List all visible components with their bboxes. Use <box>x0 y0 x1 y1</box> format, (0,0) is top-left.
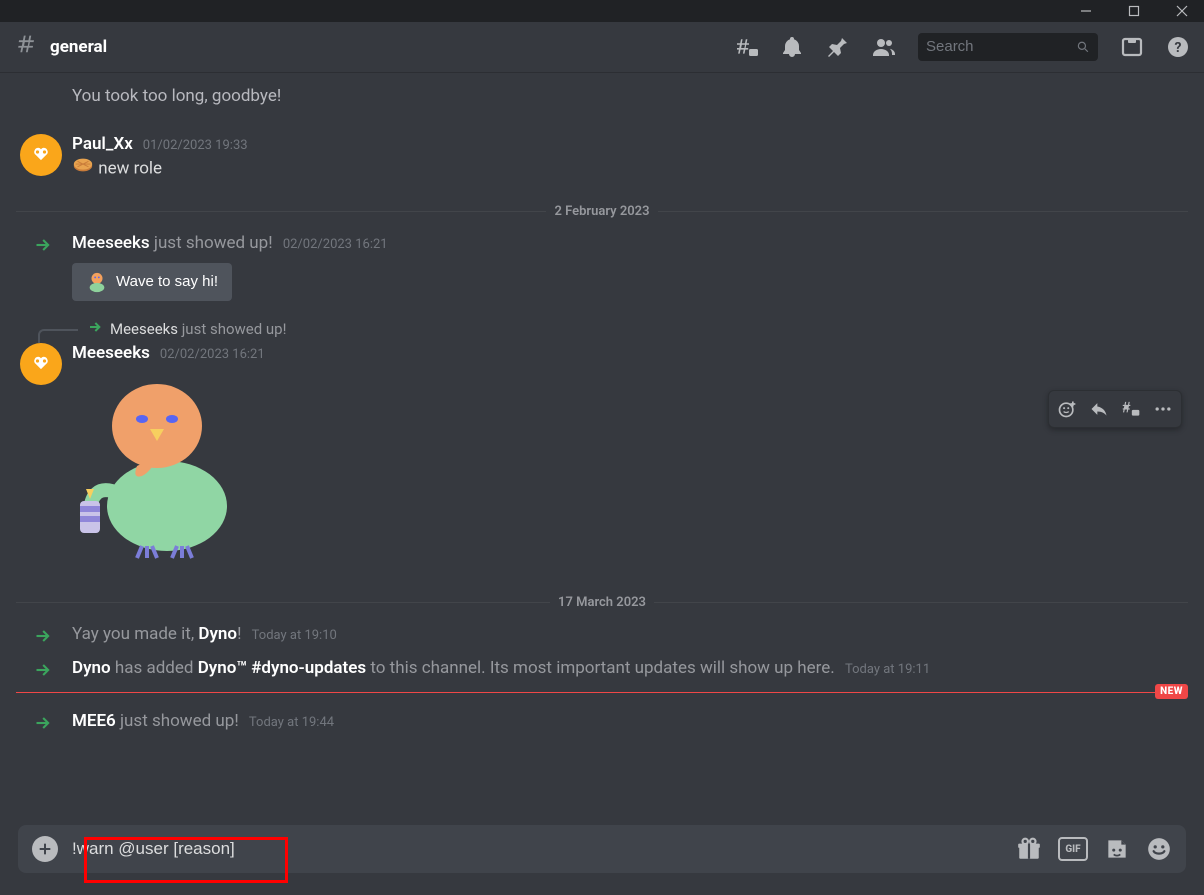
window-close-button[interactable] <box>1168 0 1196 22</box>
date-divider-label: 17 March 2023 <box>550 595 654 610</box>
join-arrow-icon <box>34 235 54 260</box>
date-divider: 2 February 2023 <box>16 204 1188 219</box>
system-timestamp: Today at 19:11 <box>845 662 930 677</box>
window-minimize-button[interactable] <box>1072 0 1100 22</box>
wave-wumpus-icon <box>86 271 108 293</box>
join-arrow-icon <box>34 660 54 685</box>
channel-name: general <box>50 37 107 57</box>
reply-reference[interactable]: Meeseeks just showed up! <box>38 319 1204 339</box>
sticker-button[interactable] <box>1104 836 1130 862</box>
system-timestamp: 02/02/2023 16:21 <box>283 237 388 252</box>
avatar[interactable] <box>20 343 62 385</box>
system-channel-follow-message: Dyno has added Dyno™ #dyno-updates to th… <box>0 654 1204 682</box>
wave-button[interactable]: Wave to say hi! <box>72 263 232 301</box>
waffle-emoji <box>72 154 94 184</box>
system-text: just showed up! <box>116 711 239 731</box>
date-divider-label: 2 February 2023 <box>546 204 657 219</box>
members-icon[interactable] <box>872 35 896 59</box>
svg-text:?: ? <box>1175 40 1182 56</box>
system-text: Yay you made it, <box>72 624 198 644</box>
followed-channel[interactable]: Dyno™ #dyno-updates <box>198 658 366 678</box>
reply-ref-text: just showed up! <box>178 320 286 338</box>
new-messages-divider: NEW <box>16 692 1188 693</box>
system-author[interactable]: Meeseeks <box>72 233 150 253</box>
message: Paul_Xx 01/02/2023 19:33 new role <box>0 132 1204 186</box>
message-author[interactable]: Paul_Xx <box>72 134 133 154</box>
system-join-message: Yay you made it, Dyno! Today at 19:10 <box>0 620 1204 648</box>
join-arrow-icon <box>34 626 54 651</box>
system-join-message: Meeseeks just showed up! 02/02/2023 16:2… <box>0 229 1204 305</box>
search-icon <box>1076 39 1090 55</box>
system-author[interactable]: Dyno <box>198 624 237 644</box>
inbox-icon[interactable] <box>1120 35 1144 59</box>
message-author[interactable]: Meeseeks <box>72 343 150 363</box>
messages-area[interactable]: You took too long, goodbye! Paul_Xx 01/0… <box>0 72 1204 810</box>
system-timestamp: Today at 19:44 <box>249 715 334 730</box>
message-timestamp: 01/02/2023 19:33 <box>143 138 248 153</box>
join-arrow-icon <box>34 713 54 738</box>
search-box[interactable] <box>918 33 1098 61</box>
message-timestamp: 02/02/2023 16:21 <box>160 347 265 362</box>
avatar[interactable] <box>20 134 62 176</box>
message-content: new role <box>72 154 1188 184</box>
system-text: has added <box>111 658 198 678</box>
join-arrow-icon <box>88 319 104 339</box>
window-titlebar <box>0 0 1204 22</box>
system-author[interactable]: MEE6 <box>72 711 116 731</box>
system-timestamp: Today at 19:10 <box>252 628 337 643</box>
wave-button-label: Wave to say hi! <box>116 273 218 290</box>
pinned-icon[interactable] <box>826 35 850 59</box>
date-divider: 17 March 2023 <box>16 595 1188 610</box>
notifications-icon[interactable] <box>780 35 804 59</box>
wumpus-wave-sticker[interactable] <box>72 371 1188 565</box>
message: Meeseeks 02/02/2023 16:21 <box>0 341 1204 567</box>
reply-ref-author: Meeseeks <box>110 320 178 338</box>
gif-button[interactable]: GIF <box>1058 837 1088 861</box>
gift-button[interactable] <box>1016 836 1042 862</box>
system-author[interactable]: Dyno <box>72 658 111 678</box>
system-text: ! <box>237 624 241 644</box>
window-maximize-button[interactable] <box>1120 0 1148 22</box>
attach-button[interactable] <box>32 836 58 862</box>
message-input-bar: GIF <box>18 825 1186 873</box>
new-pill: NEW <box>1155 684 1188 699</box>
message-text: new role <box>98 158 162 178</box>
message-input[interactable] <box>72 839 1016 859</box>
previous-message-fragment: You took too long, goodbye! <box>0 86 1204 106</box>
system-text: to this channel. Its most important upda… <box>366 658 835 678</box>
system-join-message: MEE6 just showed up! Today at 19:44 <box>0 707 1204 735</box>
hash-icon <box>14 32 40 62</box>
emoji-button[interactable] <box>1146 836 1172 862</box>
system-text: just showed up! <box>150 233 273 253</box>
help-icon[interactable]: ? <box>1166 35 1190 59</box>
threads-icon[interactable] <box>734 35 758 59</box>
channel-header: general ? <box>0 22 1204 72</box>
search-input[interactable] <box>926 38 1072 55</box>
gif-label: GIF <box>1058 837 1088 861</box>
